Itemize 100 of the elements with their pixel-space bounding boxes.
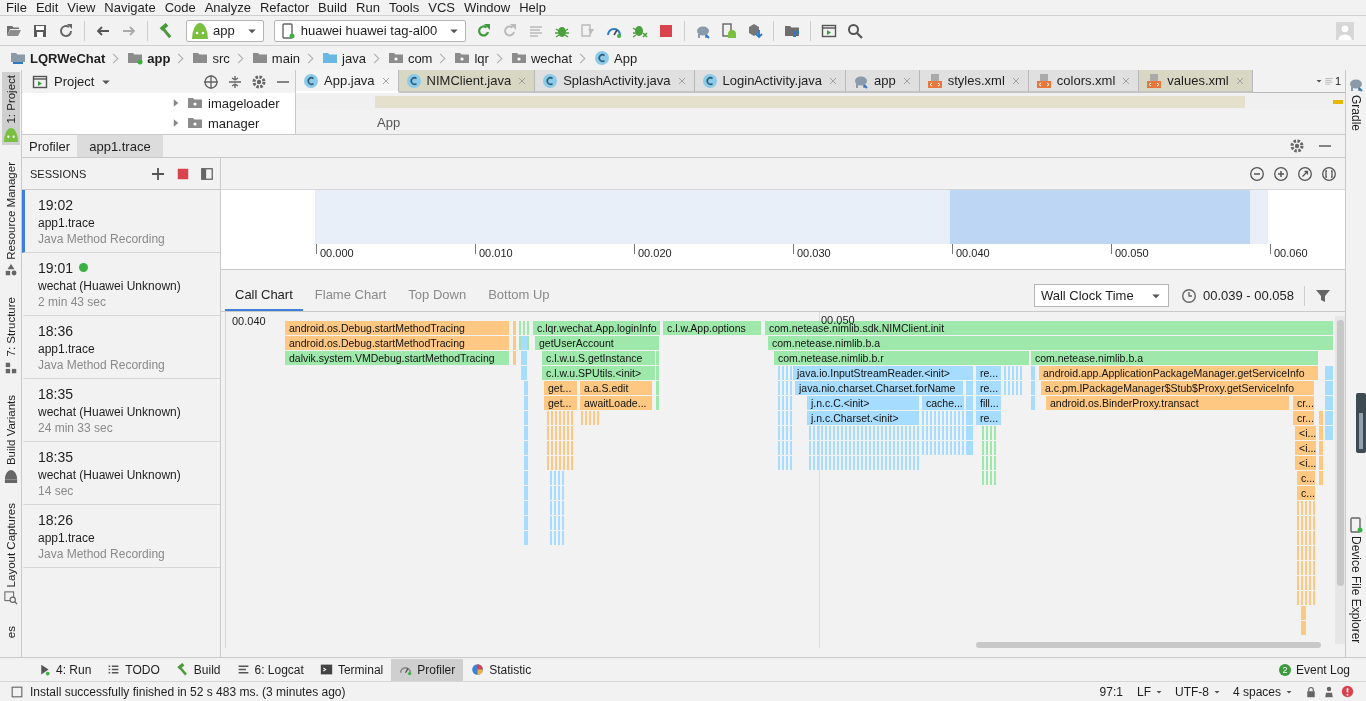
tool-window-button[interactable]: Terminal bbox=[311, 658, 392, 681]
horizontal-scrollbar[interactable] bbox=[976, 642, 1321, 648]
tool-window-button[interactable]: Layout Captures bbox=[1, 499, 20, 609]
method-bar[interactable]: c.l.w.App.options bbox=[663, 321, 761, 335]
editor-tab[interactable]: NIMClient.java bbox=[398, 70, 536, 93]
menu-item[interactable]: VCS bbox=[424, 0, 460, 15]
filter-icon[interactable] bbox=[1315, 287, 1331, 304]
lock-icon[interactable] bbox=[1305, 685, 1317, 698]
method-bar[interactable]: <i... bbox=[1295, 441, 1316, 455]
breadcrumb-item[interactable]: src bbox=[212, 50, 230, 66]
method-bar[interactable]: cr... bbox=[1293, 396, 1314, 410]
panel-icon[interactable] bbox=[200, 166, 214, 181]
menu-item[interactable]: Code bbox=[160, 0, 201, 15]
breadcrumb-item[interactable]: LQRWeChat bbox=[30, 50, 106, 66]
stop-icon[interactable] bbox=[658, 22, 675, 39]
person-icon[interactable] bbox=[1323, 685, 1335, 698]
status-toggle-icon[interactable] bbox=[10, 684, 24, 699]
tool-window-button[interactable]: 1: Project bbox=[1, 72, 20, 145]
encoding-selector[interactable]: UTF-8 bbox=[1174, 684, 1221, 699]
menu-item[interactable]: Help bbox=[515, 0, 551, 15]
line-separator-selector[interactable]: LF bbox=[1136, 684, 1163, 699]
reset-zoom-icon[interactable] bbox=[1321, 165, 1337, 182]
method-bar[interactable]: j.n.c.C.<init> bbox=[807, 396, 919, 410]
session-item[interactable]: 18:26 app1.trace Java Method Recording bbox=[22, 505, 220, 568]
menu-item[interactable]: Build bbox=[314, 0, 352, 15]
device-dropdown[interactable]: huawei huawei tag-al00 bbox=[273, 19, 467, 42]
hammer-icon[interactable] bbox=[158, 22, 174, 39]
method-bar[interactable]: c... bbox=[1297, 471, 1315, 485]
method-bar[interactable]: re... bbox=[976, 411, 1001, 425]
menu-item[interactable]: Window bbox=[459, 0, 516, 15]
tool-window-button[interactable]: Device File Explorer bbox=[1348, 517, 1364, 644]
run-configuration-dropdown[interactable]: app bbox=[186, 19, 264, 42]
window-icon[interactable] bbox=[821, 22, 838, 39]
tool-window-button[interactable]: Build bbox=[167, 658, 229, 681]
session-item[interactable]: 18:36 app1.trace Java Method Recording bbox=[22, 316, 220, 379]
rerun-icon[interactable] bbox=[476, 22, 493, 39]
method-bar[interactable]: android.os.Debug.startMethodTracing bbox=[285, 336, 509, 350]
device-icon[interactable] bbox=[721, 22, 738, 39]
zoom-to-selection-icon[interactable] bbox=[1297, 165, 1313, 182]
tool-window-button[interactable]: 7: Structure bbox=[1, 294, 20, 378]
breadcrumb-item[interactable]: lqr bbox=[474, 50, 489, 66]
method-bar[interactable]: a.a.S.edit bbox=[580, 381, 652, 395]
menu-item[interactable]: Run bbox=[352, 0, 385, 15]
method-bar[interactable]: java.nio.charset.Charset.forName bbox=[795, 381, 963, 395]
method-bar[interactable]: android.app.ApplicationPackageManager.getServiceInfo bbox=[1039, 366, 1318, 380]
method-bar[interactable]: re... bbox=[976, 381, 1001, 395]
session-item[interactable]: 18:35 wechat (Huawei Unknown) 24 min 33 sec bbox=[22, 379, 220, 442]
editor-tab[interactable]: styles.xml bbox=[919, 70, 1029, 93]
clock-type-dropdown[interactable]: Wall Clock Time bbox=[1033, 284, 1169, 307]
download-icon[interactable] bbox=[747, 22, 764, 39]
method-bar[interactable]: <i... bbox=[1295, 426, 1316, 440]
method-bar[interactable]: j.n.c.Charset.<init> bbox=[807, 411, 919, 425]
tool-tab[interactable]: Profiler bbox=[22, 135, 78, 157]
method-bar[interactable]: com.netease.nimlib.b.r bbox=[774, 351, 1029, 365]
caret-position[interactable]: 97:1 bbox=[1099, 684, 1123, 699]
search-icon[interactable] bbox=[847, 22, 864, 39]
breadcrumb-item[interactable]: com bbox=[407, 50, 433, 66]
tool-window-button[interactable]: TODO bbox=[99, 658, 168, 681]
tool-window-button[interactable]: Build Variants bbox=[1, 391, 20, 486]
tool-window-button[interactable]: 6: Logcat bbox=[228, 658, 312, 681]
menu-item[interactable]: Analyze bbox=[200, 0, 256, 15]
method-bar[interactable]: c.lqr.wechat.App.loginInfo bbox=[533, 321, 660, 335]
indent-selector[interactable]: 4 spaces bbox=[1232, 684, 1293, 699]
settings-icon[interactable] bbox=[251, 73, 267, 90]
save-icon[interactable] bbox=[32, 22, 48, 39]
editor-tab[interactable]: app bbox=[846, 70, 920, 93]
editor-tab[interactable]: App.java bbox=[296, 70, 399, 93]
tool-window-button[interactable]: 4: Run bbox=[30, 658, 100, 681]
sync-icon[interactable] bbox=[58, 22, 74, 39]
menu-item[interactable]: Tools bbox=[384, 0, 425, 15]
error-icon[interactable] bbox=[1341, 685, 1354, 698]
breadcrumb-item[interactable]: java bbox=[342, 50, 366, 66]
method-bar[interactable]: c... bbox=[1297, 486, 1315, 500]
method-bar[interactable]: cr... bbox=[1293, 411, 1314, 425]
method-bar[interactable]: c.l.w.u.SPUtils.<init> bbox=[542, 366, 655, 380]
editor-tab[interactable]: LoginActivity.java bbox=[694, 70, 847, 93]
method-bar[interactable]: awaitLoade... bbox=[580, 396, 652, 410]
menu-item[interactable]: Refactor bbox=[255, 0, 315, 15]
locate-icon[interactable] bbox=[203, 73, 219, 90]
tool-tab[interactable]: app1.trace bbox=[77, 135, 163, 157]
breadcrumb-item[interactable]: App bbox=[614, 50, 638, 66]
tree-item[interactable]: imageloader bbox=[208, 95, 280, 111]
method-bar[interactable]: dalvik.system.VMDebug.startMethodTracing bbox=[285, 351, 509, 365]
breadcrumb-item[interactable]: wechat bbox=[530, 50, 573, 66]
editor-breadcrumb[interactable]: App bbox=[296, 110, 1345, 134]
tool-window-button[interactable]: es bbox=[2, 622, 19, 641]
method-bar[interactable]: get... bbox=[544, 381, 577, 395]
method-bar[interactable]: com.netease.nimlib.b.a bbox=[1031, 351, 1318, 365]
breadcrumb-item[interactable]: main bbox=[271, 50, 300, 66]
tool-window-button[interactable]: Statistic bbox=[463, 658, 540, 681]
tool-window-button[interactable]: Profiler bbox=[391, 658, 464, 681]
editor-tab[interactable]: colors.xml bbox=[1028, 70, 1140, 93]
menu-item[interactable]: File bbox=[2, 0, 32, 15]
method-bar[interactable]: com.netease.nimlib.b.a bbox=[768, 336, 1333, 350]
method-bar[interactable]: c.l.w.u.S.getInstance bbox=[542, 351, 655, 365]
vertical-scrollbar[interactable] bbox=[1335, 316, 1345, 644]
settings-icon[interactable] bbox=[1289, 138, 1305, 154]
zoom-out-icon[interactable] bbox=[1249, 165, 1265, 182]
method-bar[interactable]: android.os.Debug.startMethodTracing bbox=[285, 321, 509, 335]
menu-item[interactable]: Navigate bbox=[100, 0, 161, 15]
